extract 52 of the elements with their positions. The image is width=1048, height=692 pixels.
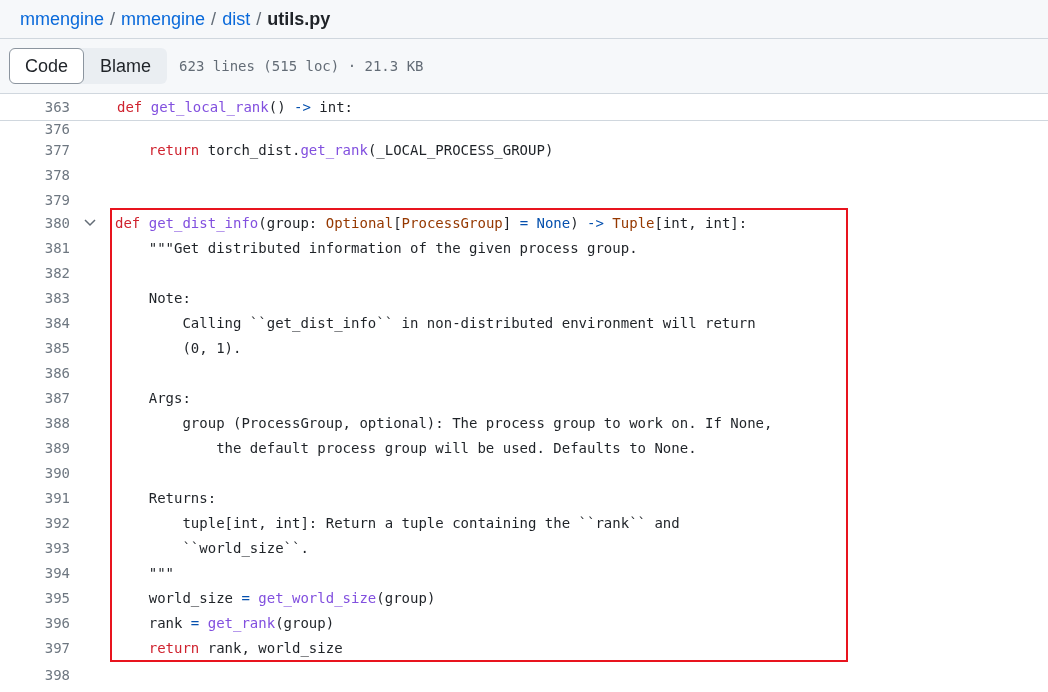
line-number: 388 [43, 414, 70, 431]
line-number: 386 [43, 364, 70, 381]
line-number: 376 [43, 121, 70, 137]
line-number: 377 [43, 141, 70, 158]
code-line: """Get distributed information of the given process group. [147, 239, 638, 256]
breadcrumb-link[interactable]: dist [222, 8, 251, 30]
code-line: Calling ``get_dist_info`` in non-distributed environment will return [181, 314, 756, 331]
breadcrumb-link[interactable]: mmengine [121, 8, 206, 30]
file-name: utils.py [267, 8, 331, 30]
line-number: 378 [43, 166, 70, 183]
slash-separator: / [211, 8, 217, 30]
line-number: 396 [43, 614, 70, 631]
line-number: 379 [43, 191, 70, 208]
code-line: Returns: [147, 489, 217, 506]
view-tab[interactable]: Code [9, 48, 85, 84]
line-number: 382 [43, 264, 70, 281]
line-number: 390 [43, 464, 70, 481]
line-number: 389 [43, 439, 70, 456]
code-line: rank = get_rank(group) [147, 614, 335, 631]
code-line: tuple[int, int]: Return a tuple containing the ``rank`` and [181, 514, 680, 531]
line-number: 393 [43, 539, 70, 556]
code-line: def get_dist_info(group: Optional[ProcessGroup] = None) -> Tuple[int, int]: [115, 214, 748, 231]
chevron-down-icon[interactable] [84, 218, 96, 227]
line-number: 387 [43, 389, 70, 406]
line-number: 395 [43, 589, 70, 606]
line-number: 385 [43, 339, 70, 356]
code-line: def get_local_rank() -> int: [117, 99, 354, 115]
code-line: return rank, world_size [147, 639, 343, 656]
code-line: group (ProcessGroup, optional): The process group to work on. If None, [181, 414, 773, 431]
code-line: Args: [147, 389, 191, 406]
line-number: 394 [43, 564, 70, 581]
breadcrumb-link[interactable]: mmengine [20, 8, 105, 30]
code-line: ``world_size``. [181, 539, 309, 556]
view-tab[interactable]: Blame [84, 48, 168, 84]
line-number: 380 [43, 214, 70, 231]
line-number: 363 [43, 99, 70, 115]
code-line: (0, 1). [181, 339, 242, 356]
line-number: 392 [43, 514, 70, 531]
code-line: world_size = get_world_size(group) [147, 589, 436, 606]
code-line: """ [147, 564, 174, 581]
line-number: 398 [43, 666, 70, 683]
line-number: 381 [43, 239, 70, 256]
line-number: 383 [43, 289, 70, 306]
slash-separator: / [110, 8, 116, 30]
line-number: 391 [43, 489, 70, 506]
code-line: the default process group will be used. Defaults to None. [215, 439, 697, 456]
slash-separator: / [256, 8, 262, 30]
code-line: Note: [147, 289, 191, 306]
line-number: 384 [43, 314, 70, 331]
code-line: return torch_dist.get_rank(_LOCAL_PROCESS_GROUP) [147, 141, 554, 158]
line-number: 397 [43, 639, 70, 656]
file-info: 623 lines (515 loc) · 21.3 KB [179, 58, 424, 74]
